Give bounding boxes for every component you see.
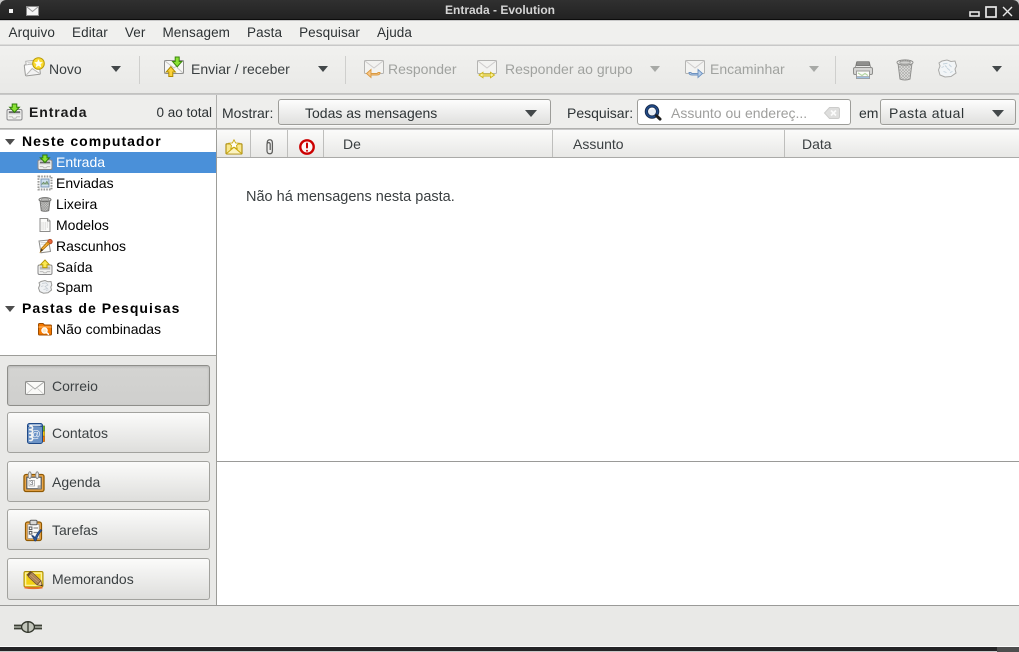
svg-text:3: 3 (30, 480, 34, 487)
